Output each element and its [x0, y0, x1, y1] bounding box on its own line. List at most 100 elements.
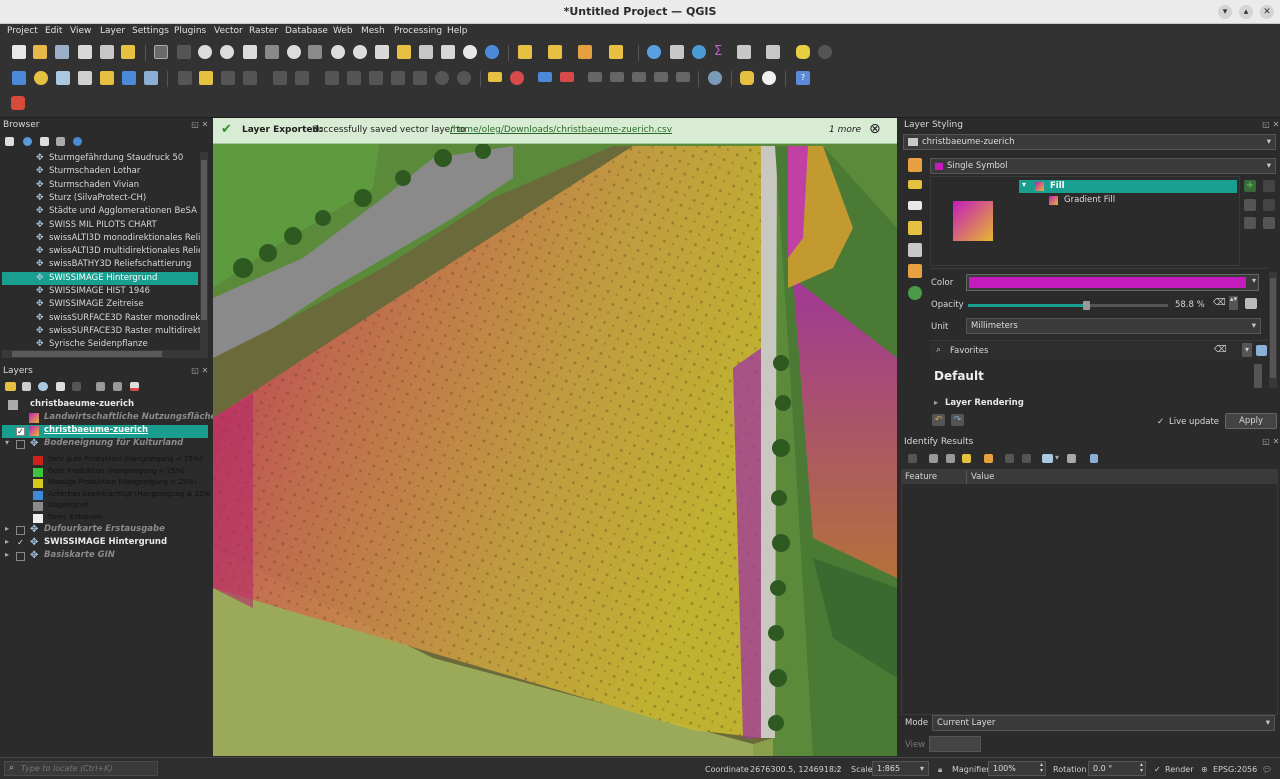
browser-item[interactable]: ✥ swissALTI3D multidirektionales Relie	[36, 245, 200, 258]
browser-item[interactable]: ✥ swissALTI3D monodirektionales Relie	[36, 232, 200, 245]
browser-item[interactable]: ✥ Städte und Agglomerationen BeSA	[36, 205, 200, 218]
history-tab-icon[interactable]	[908, 286, 922, 300]
gps-icon[interactable]	[708, 71, 722, 85]
menu-mesh[interactable]: Mesh	[361, 26, 385, 36]
opacity-spinner[interactable]: ▴▾	[1229, 296, 1238, 310]
layer-row-landwirtschaft[interactable]: Landwirtschaftliche Nutzungsflächen (1	[16, 412, 235, 425]
apply-button[interactable]: Apply	[1225, 413, 1277, 429]
python-console-icon[interactable]	[740, 71, 754, 85]
filter-icon[interactable]	[40, 137, 49, 146]
save-edits-icon[interactable]	[221, 71, 235, 85]
favorites-search[interactable]: ⌕ Favorites ⌫	[930, 343, 1240, 359]
browser-scrollbar[interactable]	[200, 152, 208, 350]
remove-symbol-layer-icon[interactable]	[1244, 199, 1256, 211]
help-icon[interactable]: ?	[796, 71, 810, 85]
minimize-button[interactable]: ▾	[1218, 5, 1232, 19]
browser-item[interactable]: ✥ swissSURFACE3D Raster monodirekti	[36, 312, 200, 325]
maximize-button[interactable]: ▴	[1239, 5, 1253, 19]
float-panel-icon[interactable]: ◱	[1261, 120, 1271, 129]
new-print-layout-icon[interactable]	[78, 45, 92, 59]
labels-tab-icon[interactable]	[908, 180, 922, 189]
rotate-label-icon[interactable]	[610, 72, 624, 82]
more-messages-button[interactable]: 1 more	[829, 125, 861, 135]
new-3d-map-icon[interactable]	[397, 45, 411, 59]
layer-rendering-section[interactable]: Layer Rendering	[945, 398, 1024, 408]
layout-manager-icon[interactable]	[100, 45, 114, 59]
layer-row-swissimage[interactable]: ▸ ✓ ✥ SWISSIMAGE Hintergrund	[2, 537, 208, 550]
add-vector-layer-icon[interactable]	[34, 71, 48, 85]
layer-visibility-checkbox[interactable]	[16, 552, 25, 561]
menu-project[interactable]: Project	[7, 26, 38, 36]
redo-style-icon[interactable]: ↷	[951, 414, 964, 426]
zoom-selection-icon[interactable]	[265, 45, 279, 59]
menu-processing[interactable]: Processing	[394, 26, 442, 36]
add-line-icon[interactable]	[78, 71, 92, 85]
value-column-header[interactable]: Value	[971, 472, 994, 482]
close-message-icon[interactable]: ⊗	[869, 121, 881, 137]
magnifier-spinner[interactable]: ▴ ▾	[1040, 762, 1043, 774]
menu-web[interactable]: Web	[333, 26, 353, 36]
color-button[interactable]: ▾	[966, 274, 1259, 291]
redo-icon[interactable]	[457, 71, 471, 85]
scale-selector[interactable]: 1:865	[872, 761, 929, 776]
select-location-icon[interactable]	[609, 45, 623, 59]
statistics-sum-icon[interactable]: Σ	[714, 45, 728, 59]
identify-features-icon[interactable]	[647, 45, 661, 59]
lock-scale-icon[interactable]: 🔒︎	[938, 765, 942, 775]
identify-clear-icon[interactable]	[1022, 454, 1031, 463]
toggle-editing-icon[interactable]	[199, 71, 213, 85]
zoom-last-icon[interactable]	[331, 45, 345, 59]
mode-selector[interactable]: Current Layer	[932, 715, 1275, 731]
collapse-all-layers-icon[interactable]	[113, 382, 122, 391]
magnifier-field[interactable]: 100% ▴ ▾	[988, 761, 1046, 776]
expand-arrow-icon[interactable]: ▾	[5, 438, 9, 447]
move-label-icon[interactable]	[588, 72, 602, 82]
manage-visibility-eye-icon[interactable]	[38, 382, 48, 391]
clear-opacity-icon[interactable]: ⌫	[1213, 298, 1226, 308]
browser-item[interactable]: ✥ swissBATHY3D Reliefschattierung	[36, 258, 200, 271]
rotation-spinner[interactable]: ▴ ▾	[1140, 762, 1143, 774]
remove-layer-icon[interactable]	[130, 382, 139, 391]
symbol-tree-fill[interactable]: ▾ Fill	[1019, 180, 1237, 193]
zoom-native-icon[interactable]	[308, 45, 322, 59]
float-panel-icon[interactable]: ◱	[190, 120, 200, 129]
expand-arrow-icon[interactable]: ▸	[5, 524, 9, 533]
zoom-in-icon[interactable]	[198, 45, 212, 59]
new-geopackage-icon[interactable]	[122, 71, 136, 85]
symbology-tab-icon[interactable]	[908, 158, 922, 172]
map-canvas[interactable]	[213, 118, 897, 756]
browser-item[interactable]: ✥ SWISSIMAGE Hintergrund	[2, 271, 198, 285]
layer-row-christbaeume[interactable]: ✓ christbaeume-zuerich	[2, 425, 208, 438]
live-update-checkbox[interactable]: ✓	[1157, 417, 1164, 427]
identify-print-icon[interactable]	[1042, 454, 1053, 463]
browser-item[interactable]: ✥ Sturmschaden Lothar	[36, 165, 200, 178]
digitize-icon[interactable]	[295, 71, 309, 85]
rotation-field[interactable]: 0.0 ° ▴ ▾	[1088, 761, 1146, 776]
symbol-tree-gradient[interactable]: Gradient Fill	[1035, 194, 1215, 207]
collapse-all-icon[interactable]	[56, 137, 65, 146]
temporal-controller-icon[interactable]	[463, 45, 477, 59]
clear-search-icon[interactable]: ⌫	[1214, 345, 1227, 355]
feature-column-header[interactable]: Feature	[905, 472, 937, 482]
close-panel-icon[interactable]: ✕	[200, 366, 210, 375]
label-properties-icon[interactable]	[654, 72, 668, 82]
fields-tab-icon[interactable]	[908, 264, 922, 278]
new-shapefile-icon[interactable]	[100, 71, 114, 85]
paste-features-icon[interactable]	[413, 71, 427, 85]
zoom-next-icon[interactable]	[353, 45, 367, 59]
layer-row-bodeneignung[interactable]: ▾ ✥ Bodeneignung für Kulturland	[2, 438, 208, 451]
message-link[interactable]: /home/oleg/Downloads/christbaeume-zueric…	[450, 125, 672, 135]
masks-tab-icon[interactable]	[908, 201, 922, 210]
menu-vector[interactable]: Vector	[214, 26, 243, 36]
locator-bar[interactable]: ⌕	[4, 761, 158, 776]
browser-item[interactable]: ✥ SWISSIMAGE Zeitreise	[36, 298, 200, 311]
layer-row-dufourkarte[interactable]: ▸ ✥ Dufourkarte Erstausgabe	[2, 524, 208, 537]
layer-visibility-checkbox[interactable]	[16, 526, 25, 535]
filter-expression-icon[interactable]	[72, 382, 81, 391]
crs-globe-icon[interactable]: ⊕	[1201, 765, 1208, 774]
identify-dropdown-icon[interactable]: ▾	[1055, 453, 1059, 462]
expand-all-icon[interactable]	[96, 382, 105, 391]
opacity-value[interactable]: 58.8 %	[1175, 300, 1205, 310]
3d-view-tab-icon[interactable]	[908, 221, 922, 235]
download-layer-icon[interactable]	[11, 96, 25, 110]
